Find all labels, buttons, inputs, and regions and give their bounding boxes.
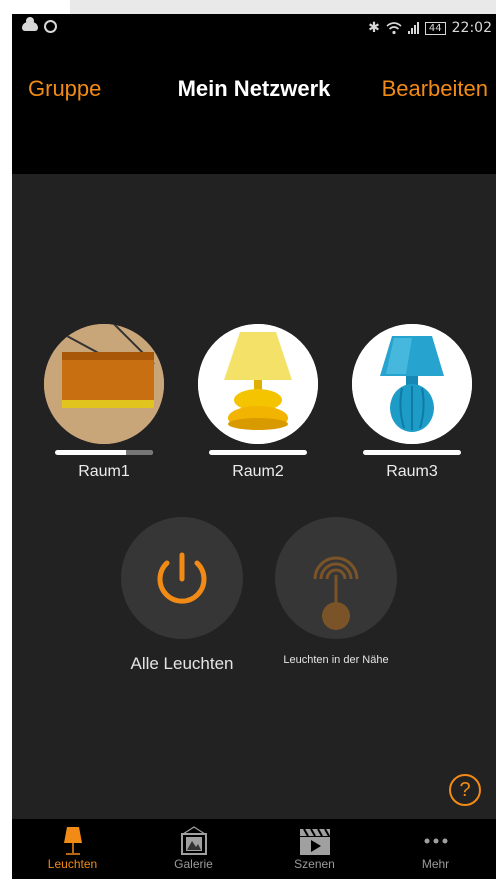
room-tile-3[interactable]: Raum3 — [352, 324, 472, 481]
status-left — [22, 17, 57, 33]
signal-icon — [407, 22, 419, 34]
all-lights-power-button[interactable] — [121, 517, 243, 639]
room2-label: Raum2 — [232, 463, 284, 480]
room3-lamp-image[interactable] — [352, 324, 472, 444]
room1-lamp-image[interactable] — [44, 324, 164, 444]
room3-label: Raum3 — [386, 463, 438, 480]
yellow-table-lamp-icon — [198, 324, 318, 444]
all-lights-label: Alle Leuchten — [130, 654, 234, 673]
help-symbol: ? — [459, 779, 471, 801]
tab-szenen-label: Szenen — [294, 857, 335, 871]
sync-circle-icon — [44, 20, 57, 33]
help-button[interactable]: ? — [449, 774, 481, 806]
room1-label: Raum1 — [78, 463, 130, 480]
room3-brightness-bar[interactable] — [363, 450, 461, 455]
tab-galerie[interactable]: Galerie — [133, 819, 254, 879]
room-tile-1[interactable]: Raum1 — [44, 324, 164, 481]
room2-lamp-image[interactable] — [198, 324, 318, 444]
drum-lamp-icon — [44, 324, 164, 444]
nearby-lights-label: Leuchten in der Nähe — [283, 654, 389, 666]
phone-screen: ✱ 44 22:02 Gruppe Mein Netzwerk Bearbeit… — [12, 14, 496, 879]
nearby-signal-icon — [313, 556, 359, 630]
room1-brightness-bar[interactable] — [55, 450, 153, 455]
more-dots-icon — [424, 838, 447, 844]
gallery-icon — [180, 826, 207, 855]
bluetooth-icon: ✱ — [368, 20, 380, 36]
tab-mehr-label: Mehr — [421, 857, 450, 871]
cloud-icon — [22, 17, 38, 31]
tab-szenen[interactable]: Szenen — [254, 819, 375, 879]
top-strip — [70, 0, 496, 14]
wifi-icon — [386, 22, 402, 35]
room-tile-2[interactable]: Raum2 — [198, 324, 318, 481]
tab-bar: Leuchten Galerie Szenen Mehr — [12, 819, 496, 879]
status-right: ✱ 44 22:02 — [368, 20, 492, 36]
clapperboard-icon — [299, 828, 330, 855]
status-time: 22:02 — [451, 20, 492, 36]
room2-brightness-bar[interactable] — [209, 450, 307, 455]
status-bar: ✱ 44 22:02 — [12, 14, 496, 44]
nearby-lights-button[interactable] — [275, 517, 397, 639]
room1-brightness-rest — [125, 450, 153, 455]
main-content: Raum1 Raum2 Raum3 Alle Leuchten Leuchten… — [12, 174, 496, 819]
battery-level: 44 — [424, 21, 446, 35]
tab-leuchten-label: Leuchten — [47, 857, 98, 871]
blue-glass-lamp-icon — [352, 324, 472, 444]
nav-bar: Gruppe Mein Netzwerk Bearbeiten — [12, 44, 496, 174]
tab-mehr[interactable]: Mehr — [375, 819, 496, 879]
power-icon — [157, 552, 207, 604]
lamp-icon — [63, 827, 82, 855]
tab-leuchten[interactable]: Leuchten — [12, 819, 133, 879]
edit-button[interactable]: Bearbeiten — [382, 76, 488, 102]
tab-galerie-label: Galerie — [174, 857, 213, 871]
